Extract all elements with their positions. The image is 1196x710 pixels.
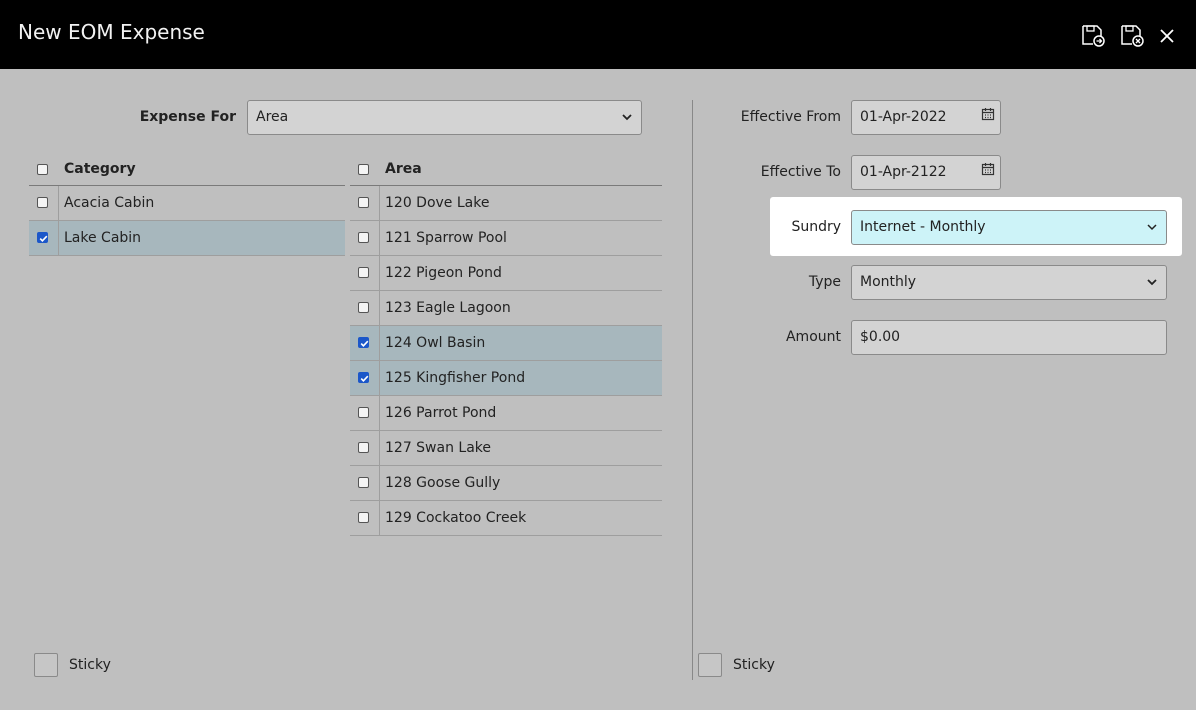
amount-label: Amount [785,329,841,345]
sticky-right-label: Sticky [733,657,775,673]
area-row-checkbox[interactable] [358,372,369,383]
effective-from-value: 01-Apr-2022 [860,109,947,125]
window-title: New EOM Expense [18,20,205,44]
sticky-right-checkbox[interactable] [698,653,722,677]
area-row-label: 120 Dove Lake [385,195,490,211]
chevron-down-icon [622,114,632,121]
area-row-label: 124 Owl Basin [385,335,486,351]
list-item[interactable]: 124 Owl Basin [350,326,662,361]
checkmark-icon [360,375,369,382]
effective-to-value: 01-Apr-2122 [860,164,947,180]
category-row-label: Lake Cabin [64,230,142,246]
area-row-checkbox[interactable] [358,232,369,243]
area-row-checkbox[interactable] [358,407,369,418]
checkmark-icon [39,235,48,242]
list-item[interactable]: 123 Eagle Lagoon [350,291,662,326]
type-select[interactable]: Monthly [851,265,1167,300]
select-all-areas-checkbox[interactable] [358,164,369,175]
area-row-label: 129 Cockatoo Creek [385,510,527,526]
area-list-header: Area [350,153,662,186]
list-item[interactable]: 122 Pigeon Pond [350,256,662,291]
list-item[interactable]: Lake Cabin [29,221,345,256]
type-value: Monthly [860,274,917,290]
sticky-left-checkbox[interactable] [34,653,58,677]
expense-for-value: Area [256,109,289,125]
area-row-label: 122 Pigeon Pond [385,265,502,281]
area-row-label: 126 Parrot Pond [385,405,497,421]
list-item[interactable]: 129 Cockatoo Creek [350,501,662,536]
amount-value: $0.00 [860,329,901,345]
list-item[interactable]: 126 Parrot Pond [350,396,662,431]
category-header-label: Category [64,161,136,177]
close-icon[interactable] [1157,26,1177,46]
list-item[interactable]: 120 Dove Lake [350,186,662,221]
category-row-checkbox[interactable] [37,197,48,208]
list-item[interactable]: 128 Goose Gully [350,466,662,501]
effective-from-field[interactable]: 01-Apr-2022 [851,100,1001,135]
dialog-body: Expense For Area Category Acacia Cabin La… [0,69,1196,710]
area-row-label: 127 Swan Lake [385,440,492,456]
area-row-checkbox[interactable] [358,477,369,488]
sticky-left-label: Sticky [69,657,111,673]
area-row-checkbox[interactable] [358,197,369,208]
list-item[interactable]: 121 Sparrow Pool [350,221,662,256]
title-bar: New EOM Expense [0,0,1196,69]
area-row-checkbox[interactable] [358,267,369,278]
area-row-checkbox[interactable] [358,337,369,348]
select-all-categories-checkbox[interactable] [37,164,48,175]
effective-from-label: Effective From [740,109,841,125]
category-row-checkbox[interactable] [37,232,48,243]
area-row-label: 123 Eagle Lagoon [385,300,511,316]
list-item[interactable]: 125 Kingfisher Pond [350,361,662,396]
expense-for-select[interactable]: Area [247,100,642,135]
list-item[interactable]: 127 Swan Lake [350,431,662,466]
sundry-label: Sundry [791,219,841,235]
sundry-value: Internet - Monthly [860,219,986,235]
area-header-label: Area [385,161,422,177]
category-list: Category Acacia Cabin Lake Cabin [29,153,345,256]
chevron-down-icon [1147,279,1157,286]
chevron-down-icon [1147,224,1157,231]
effective-to-label: Effective To [760,164,841,180]
category-row-label: Acacia Cabin [64,195,155,211]
type-label: Type [808,274,841,290]
area-row-checkbox[interactable] [358,512,369,523]
area-row-label: 125 Kingfisher Pond [385,370,526,386]
area-row-label: 121 Sparrow Pool [385,230,507,246]
area-row-checkbox[interactable] [358,442,369,453]
area-list: Area 120 Dove Lake 121 Sparrow Pool 122 Pi… [350,153,662,536]
checkmark-icon [360,340,369,347]
effective-to-field[interactable]: 01-Apr-2122 [851,155,1001,190]
save-and-new-icon[interactable] [1080,22,1108,50]
area-row-label: 128 Goose Gully [385,475,501,491]
list-item[interactable]: Acacia Cabin [29,186,345,221]
save-and-close-icon[interactable] [1119,22,1147,50]
sundry-select[interactable]: Internet - Monthly [851,210,1167,245]
expense-for-label: Expense For [139,109,236,125]
calendar-icon[interactable] [981,107,995,121]
amount-input[interactable]: $0.00 [851,320,1167,355]
category-list-header: Category [29,153,345,186]
area-row-checkbox[interactable] [358,302,369,313]
calendar-icon[interactable] [981,162,995,176]
